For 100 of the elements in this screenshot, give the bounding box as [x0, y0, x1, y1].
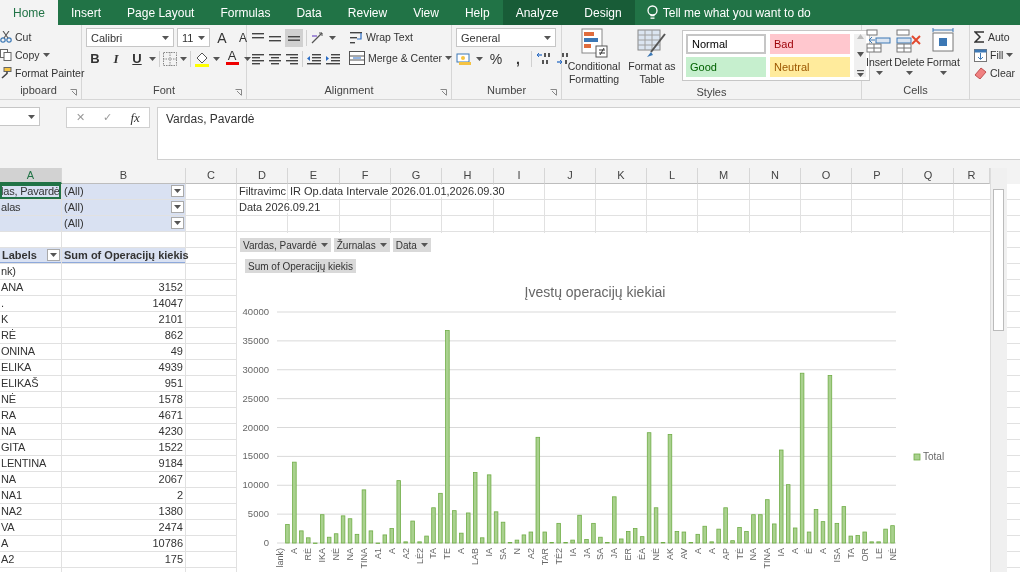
- bar[interactable]: [368, 530, 374, 544]
- bar[interactable]: [535, 436, 540, 544]
- align-bottom-button[interactable]: [285, 28, 303, 47]
- bar[interactable]: [626, 531, 631, 544]
- bar[interactable]: [890, 525, 895, 544]
- tell-me-button[interactable]: Tell me what you want to do: [646, 0, 811, 25]
- bar[interactable]: [841, 506, 847, 544]
- ribbon-tab[interactable]: View: [400, 0, 452, 25]
- bar[interactable]: [389, 528, 394, 544]
- bar[interactable]: [862, 531, 867, 544]
- chart-area[interactable]: [237, 233, 990, 572]
- bar[interactable]: [493, 511, 499, 544]
- bold-button[interactable]: B: [86, 49, 104, 68]
- bar[interactable]: [459, 532, 464, 544]
- bar[interactable]: [445, 330, 450, 544]
- row-labels-filter-button[interactable]: [47, 249, 60, 261]
- ribbon-tab[interactable]: Design: [571, 0, 635, 25]
- ribbon-tab[interactable]: Formulas: [207, 0, 284, 25]
- bar[interactable]: [758, 514, 763, 544]
- ribbon-tab[interactable]: Page Layout: [114, 0, 208, 25]
- filter-dropdown-button[interactable]: [171, 201, 184, 213]
- wrap-text-button[interactable]: Wrap Text: [349, 28, 453, 46]
- pivot-header-cell[interactable]: Labels: [0, 248, 61, 263]
- bar[interactable]: [848, 535, 853, 544]
- bar[interactable]: [591, 522, 596, 544]
- formula-input[interactable]: Vardas, Pavardė: [157, 107, 1020, 160]
- bar[interactable]: [556, 522, 561, 544]
- number-format-select[interactable]: General: [456, 28, 556, 47]
- fill-button[interactable]: Fill: [974, 46, 1016, 64]
- bar[interactable]: [799, 372, 805, 544]
- ribbon-tab[interactable]: Data: [283, 0, 335, 25]
- bar[interactable]: [667, 434, 673, 544]
- ribbon-tab[interactable]: Help: [451, 0, 503, 25]
- bar[interactable]: [813, 509, 819, 544]
- increase-font-size-button[interactable]: A: [213, 28, 231, 47]
- bar[interactable]: [695, 533, 700, 544]
- bar[interactable]: [786, 484, 791, 544]
- bar[interactable]: [500, 521, 506, 544]
- bar[interactable]: [883, 528, 888, 544]
- font-size-select[interactable]: 11: [177, 28, 210, 47]
- bar[interactable]: [514, 539, 520, 544]
- chart-field-button[interactable]: Vardas, Pavardė: [240, 238, 331, 252]
- bar[interactable]: [410, 520, 415, 544]
- bar[interactable]: [792, 527, 798, 544]
- bar[interactable]: [653, 507, 659, 544]
- bar[interactable]: [869, 541, 874, 544]
- bar[interactable]: [528, 531, 534, 544]
- bar[interactable]: [424, 535, 429, 544]
- bar[interactable]: [542, 531, 547, 544]
- bar[interactable]: [779, 449, 784, 544]
- cells-delete-button[interactable]: Delete: [894, 28, 925, 84]
- column-header[interactable]: A: [0, 168, 62, 184]
- bar[interactable]: [702, 525, 707, 544]
- conditional-formatting-button[interactable]: Conditional Formatting: [566, 28, 622, 86]
- ribbon-tab[interactable]: Review: [334, 0, 401, 25]
- bar[interactable]: [299, 530, 304, 544]
- filter-cell[interactable]: [0, 216, 61, 231]
- bar[interactable]: [751, 514, 756, 544]
- bar[interactable]: [744, 531, 749, 544]
- percent-button[interactable]: %: [487, 49, 505, 68]
- decrease-font-size-button[interactable]: A: [234, 28, 252, 47]
- bar[interactable]: [612, 496, 617, 544]
- bar[interactable]: [285, 524, 290, 544]
- bar[interactable]: [584, 539, 589, 544]
- format-painter-button[interactable]: Format Painter: [0, 64, 85, 82]
- filter-value-cell[interactable]: (All): [62, 184, 185, 199]
- bar[interactable]: [765, 499, 770, 544]
- bar[interactable]: [452, 510, 457, 544]
- bar[interactable]: [681, 531, 687, 544]
- bar[interactable]: [674, 531, 680, 544]
- bar[interactable]: [292, 461, 297, 544]
- scrollbar-thumb[interactable]: [993, 189, 1004, 331]
- bar[interactable]: [306, 537, 311, 544]
- cell-style-option[interactable]: Good: [686, 57, 766, 77]
- clear-button[interactable]: Clear: [974, 64, 1016, 82]
- chart-value-button[interactable]: Sum of Operacijų kiekis: [245, 259, 357, 273]
- filter-dropdown-button[interactable]: [171, 185, 184, 197]
- underline-button[interactable]: U: [128, 49, 146, 68]
- cell-style-option[interactable]: Normal: [686, 34, 766, 54]
- bar[interactable]: [820, 521, 826, 544]
- format-as-table-button[interactable]: Format as Table: [624, 28, 680, 86]
- merge-center-button[interactable]: Merge & Center: [349, 48, 443, 67]
- cut-button[interactable]: Cut: [0, 28, 85, 46]
- bar[interactable]: [855, 535, 860, 544]
- bar[interactable]: [716, 528, 721, 544]
- ribbon-tab[interactable]: Insert: [58, 0, 115, 25]
- font-family-select[interactable]: Calibri: [86, 28, 174, 47]
- name-box[interactable]: [0, 107, 40, 126]
- bar[interactable]: [737, 527, 742, 544]
- bar[interactable]: [417, 541, 422, 544]
- filter-value-cell[interactable]: (All): [62, 216, 185, 231]
- autosum-button[interactable]: Auto: [974, 28, 1016, 46]
- bar[interactable]: [466, 512, 471, 544]
- bar[interactable]: [438, 492, 443, 544]
- ribbon-tab[interactable]: Analyze: [502, 0, 572, 25]
- bar[interactable]: [598, 536, 603, 544]
- font-color-button[interactable]: A: [223, 49, 241, 68]
- bar[interactable]: [577, 514, 582, 544]
- bar[interactable]: [730, 540, 735, 544]
- filter-value-cell[interactable]: (All): [62, 200, 185, 215]
